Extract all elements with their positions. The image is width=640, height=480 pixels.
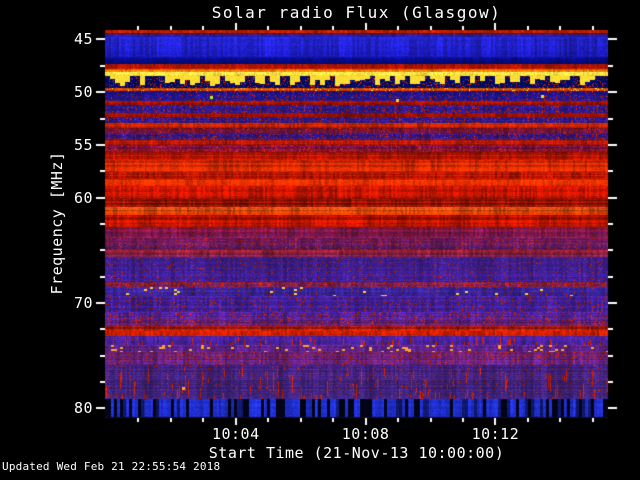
plot-title: Solar radio Flux (Glasgow) (211, 3, 502, 22)
x-tick-label: 10:12 (471, 425, 520, 443)
y-tick-label: 55 (73, 135, 93, 154)
y-tick-label: 45 (73, 30, 93, 49)
x-tick-label: 10:08 (341, 425, 390, 443)
updated-timestamp: Updated Wed Feb 21 22:55:54 2018 (2, 460, 221, 473)
y-axis-label: Frequency [MHz] (48, 151, 66, 295)
x-tick-label: 10:04 (211, 425, 260, 443)
y-tick-label: 80 (73, 399, 93, 418)
y-tick-label: 60 (73, 188, 93, 207)
y-tick-label: 70 (73, 294, 93, 313)
y-tick-label: 50 (73, 83, 93, 102)
spectrogram-app: Solar radio Flux (Glasgow) Frequency [MH… (0, 0, 640, 480)
spectrogram-canvas (0, 0, 640, 480)
